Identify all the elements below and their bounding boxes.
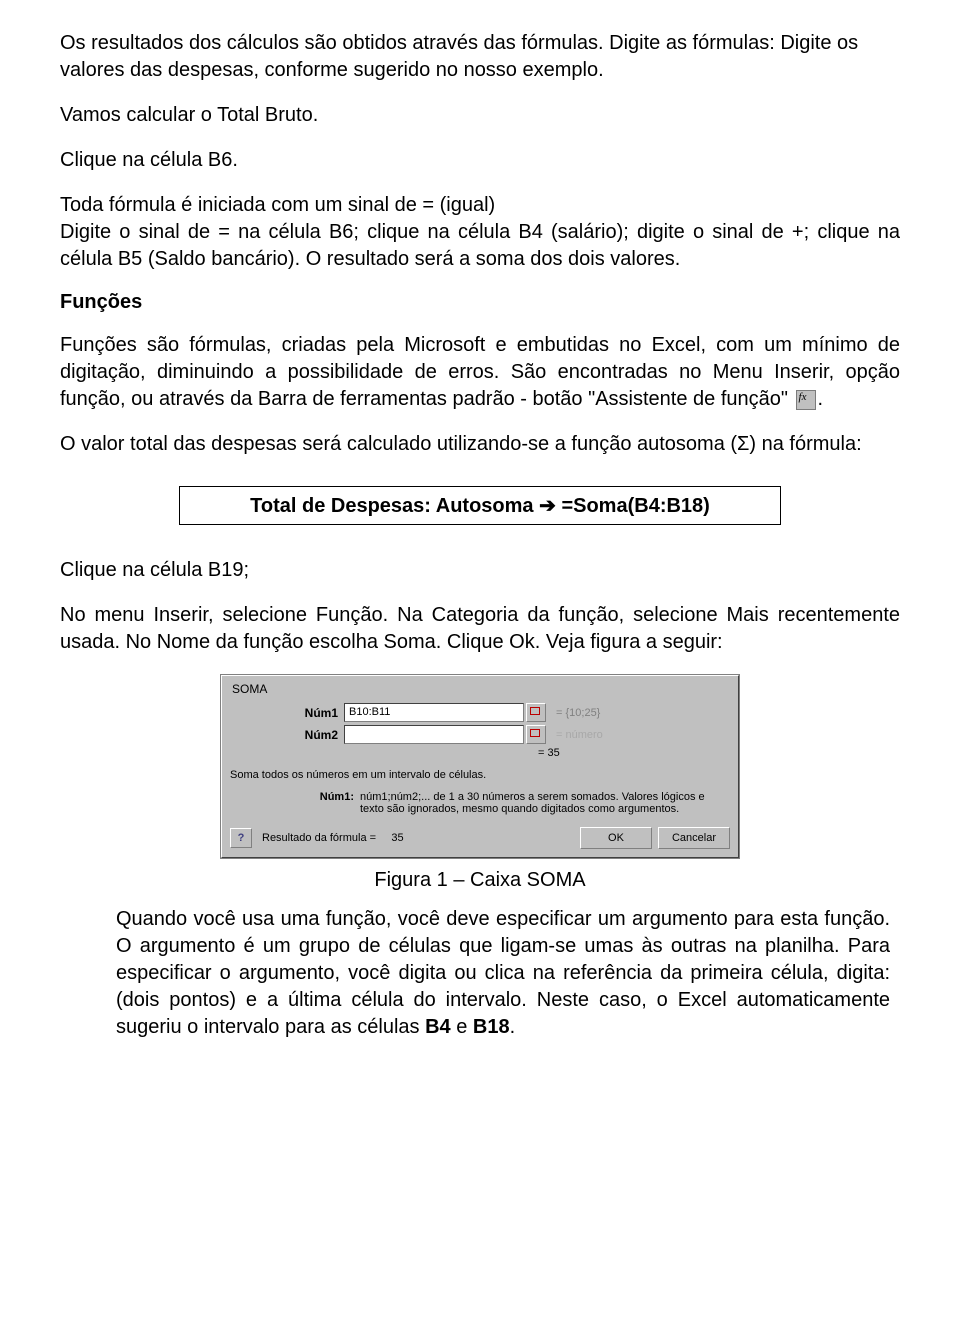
paragraph: Toda fórmula é iniciada com um sinal de … — [60, 192, 900, 219]
arg-description: núm1;núm2;... de 1 a 30 números a serem … — [360, 791, 730, 815]
formula-text: Total de Despesas: Autosoma ➔ =Soma(B4:B… — [250, 495, 710, 517]
ref-picker-button[interactable] — [526, 703, 546, 722]
num2-placeholder: = número — [556, 729, 603, 741]
ok-button[interactable]: OK — [580, 827, 652, 849]
document-page: Os resultados dos cálculos são obtidos a… — [0, 0, 960, 1071]
text-run: Total de Despesas: Autosoma — [250, 495, 539, 517]
num1-result: = {10;25} — [556, 707, 600, 719]
cancel-button[interactable]: Cancelar — [658, 827, 730, 849]
paragraph: No menu Inserir, selecione Função. Na Ca… — [60, 602, 900, 656]
text-run: . — [510, 1016, 516, 1038]
help-button[interactable]: ? — [230, 828, 252, 848]
soma-dialog: SOMA Núm1 B10:B11 = {10;25} Núm2 = n — [220, 674, 740, 859]
num2-label: Núm2 — [228, 728, 344, 742]
formula-box: Total de Despesas: Autosoma ➔ =Soma(B4:B… — [179, 486, 781, 525]
fx-icon — [796, 390, 816, 410]
num1-label: Núm1 — [228, 706, 344, 720]
section-heading: Funções — [60, 291, 900, 314]
calc-result: = 35 — [538, 747, 560, 759]
paragraph: Quando você usa uma função, você deve es… — [116, 906, 890, 1041]
paragraph: Clique na célula B6. — [60, 147, 900, 174]
cell-ref: B4 — [425, 1016, 451, 1038]
paragraph: Digite o sinal de = na célula B6; clique… — [60, 219, 900, 273]
figure-caption: Figura 1 – Caixa SOMA — [60, 869, 900, 892]
text-run: =Soma(B4:B18) — [556, 495, 710, 517]
dialog-title: SOMA — [228, 680, 732, 700]
paragraph: O valor total das despesas será calculad… — [60, 431, 900, 458]
ref-picker-button[interactable] — [526, 725, 546, 744]
num1-input[interactable]: B10:B11 — [344, 703, 524, 722]
text-run: e — [451, 1016, 473, 1038]
paragraph: Os resultados dos cálculos são obtidos a… — [60, 30, 900, 84]
text-run: . — [818, 388, 824, 410]
text-run: Funções são fórmulas, criadas pela Micro… — [60, 334, 900, 410]
formula-result-label: Resultado da fórmula = 35 — [262, 832, 574, 844]
cell-ref: B18 — [473, 1016, 510, 1038]
paragraph: Vamos calcular o Total Bruto. — [60, 102, 900, 129]
num2-input[interactable] — [344, 725, 524, 744]
arrow-icon: ➔ — [539, 495, 556, 517]
dialog-description: Soma todos os números em um intervalo de… — [228, 765, 732, 789]
formula-result-value: 35 — [391, 832, 403, 844]
arg-name: Núm1: — [230, 791, 360, 815]
paragraph: Funções são fórmulas, criadas pela Micro… — [60, 332, 900, 413]
text-run: Resultado da fórmula = — [262, 832, 376, 844]
paragraph: Clique na célula B19; — [60, 557, 900, 584]
